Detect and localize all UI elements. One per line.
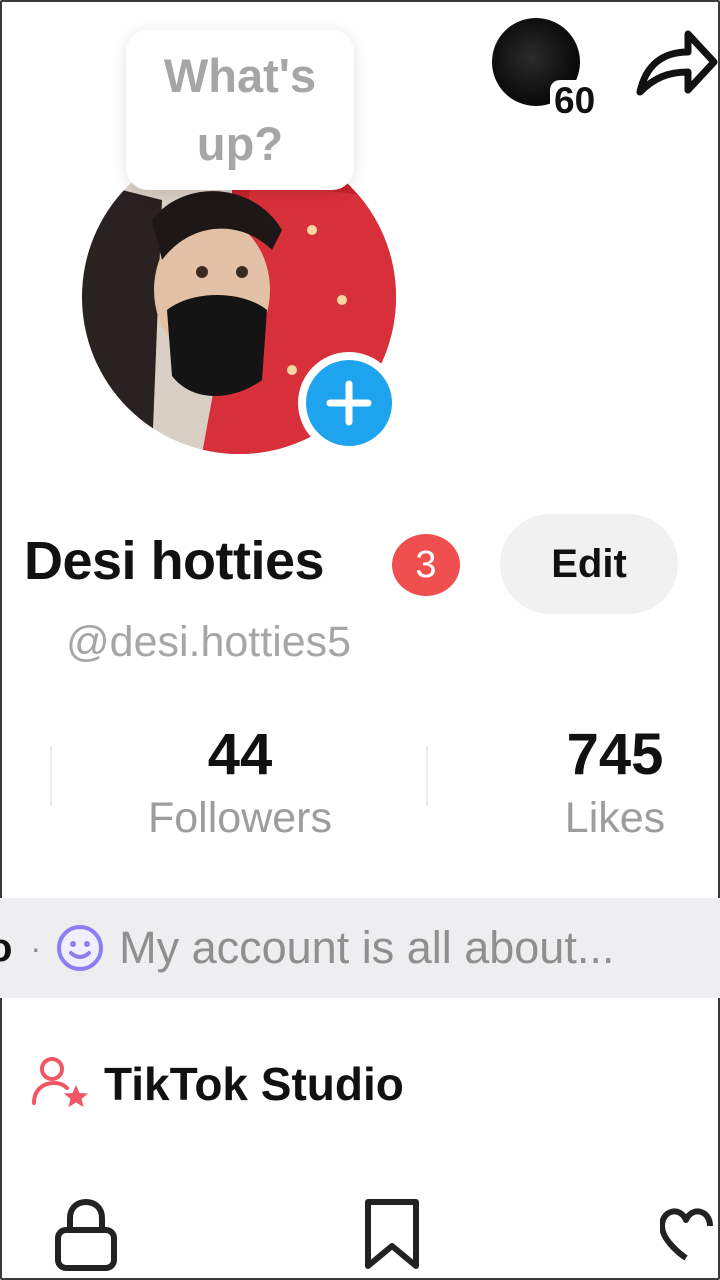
status-bubble[interactable]: What's up? <box>126 30 354 190</box>
likes-count: 745 <box>566 722 664 787</box>
tiktok-studio-label: TikTok Studio <box>104 1058 404 1110</box>
stats-divider <box>50 746 52 806</box>
smile-icon <box>57 925 104 971</box>
followers-label: Followers <box>148 794 332 842</box>
saved-tab[interactable] <box>362 1196 422 1277</box>
username: @desi.hotties5 <box>66 618 352 666</box>
followers-count: 44 <box>207 722 273 787</box>
viewer-count: 60 <box>550 80 600 122</box>
display-name: Desi hotties <box>24 531 325 591</box>
notification-badge[interactable]: 3 <box>392 534 460 596</box>
likes-stat[interactable]: 745 Likes <box>552 720 678 846</box>
separator-dot: · <box>30 929 42 966</box>
followers-stat[interactable]: 44 Followers <box>130 720 350 846</box>
tiktok-studio-link[interactable]: TikTok Studio <box>30 1048 404 1120</box>
profile-viewers-button[interactable]: 60 <box>492 18 600 122</box>
bio-text: My account is all about... <box>119 922 615 973</box>
status-bubble-text: What's up? <box>163 49 317 170</box>
edit-profile-button[interactable]: Edit <box>500 514 678 614</box>
plus-icon <box>326 380 372 426</box>
lock-icon <box>55 1198 117 1271</box>
creator-person-star-icon <box>32 1057 88 1107</box>
heart-icon <box>659 1208 713 1261</box>
stats-divider <box>426 746 428 806</box>
bio-bar[interactable]: o · My account is all about... <box>0 898 720 998</box>
likes-label: Likes <box>564 794 666 842</box>
bookmark-icon <box>365 1199 419 1269</box>
liked-tab[interactable] <box>659 1196 718 1277</box>
add-story-button[interactable] <box>298 352 400 454</box>
share-icon[interactable] <box>632 22 720 104</box>
private-videos-tab[interactable] <box>52 1196 120 1277</box>
bio-leading-fragment: o <box>0 925 13 970</box>
